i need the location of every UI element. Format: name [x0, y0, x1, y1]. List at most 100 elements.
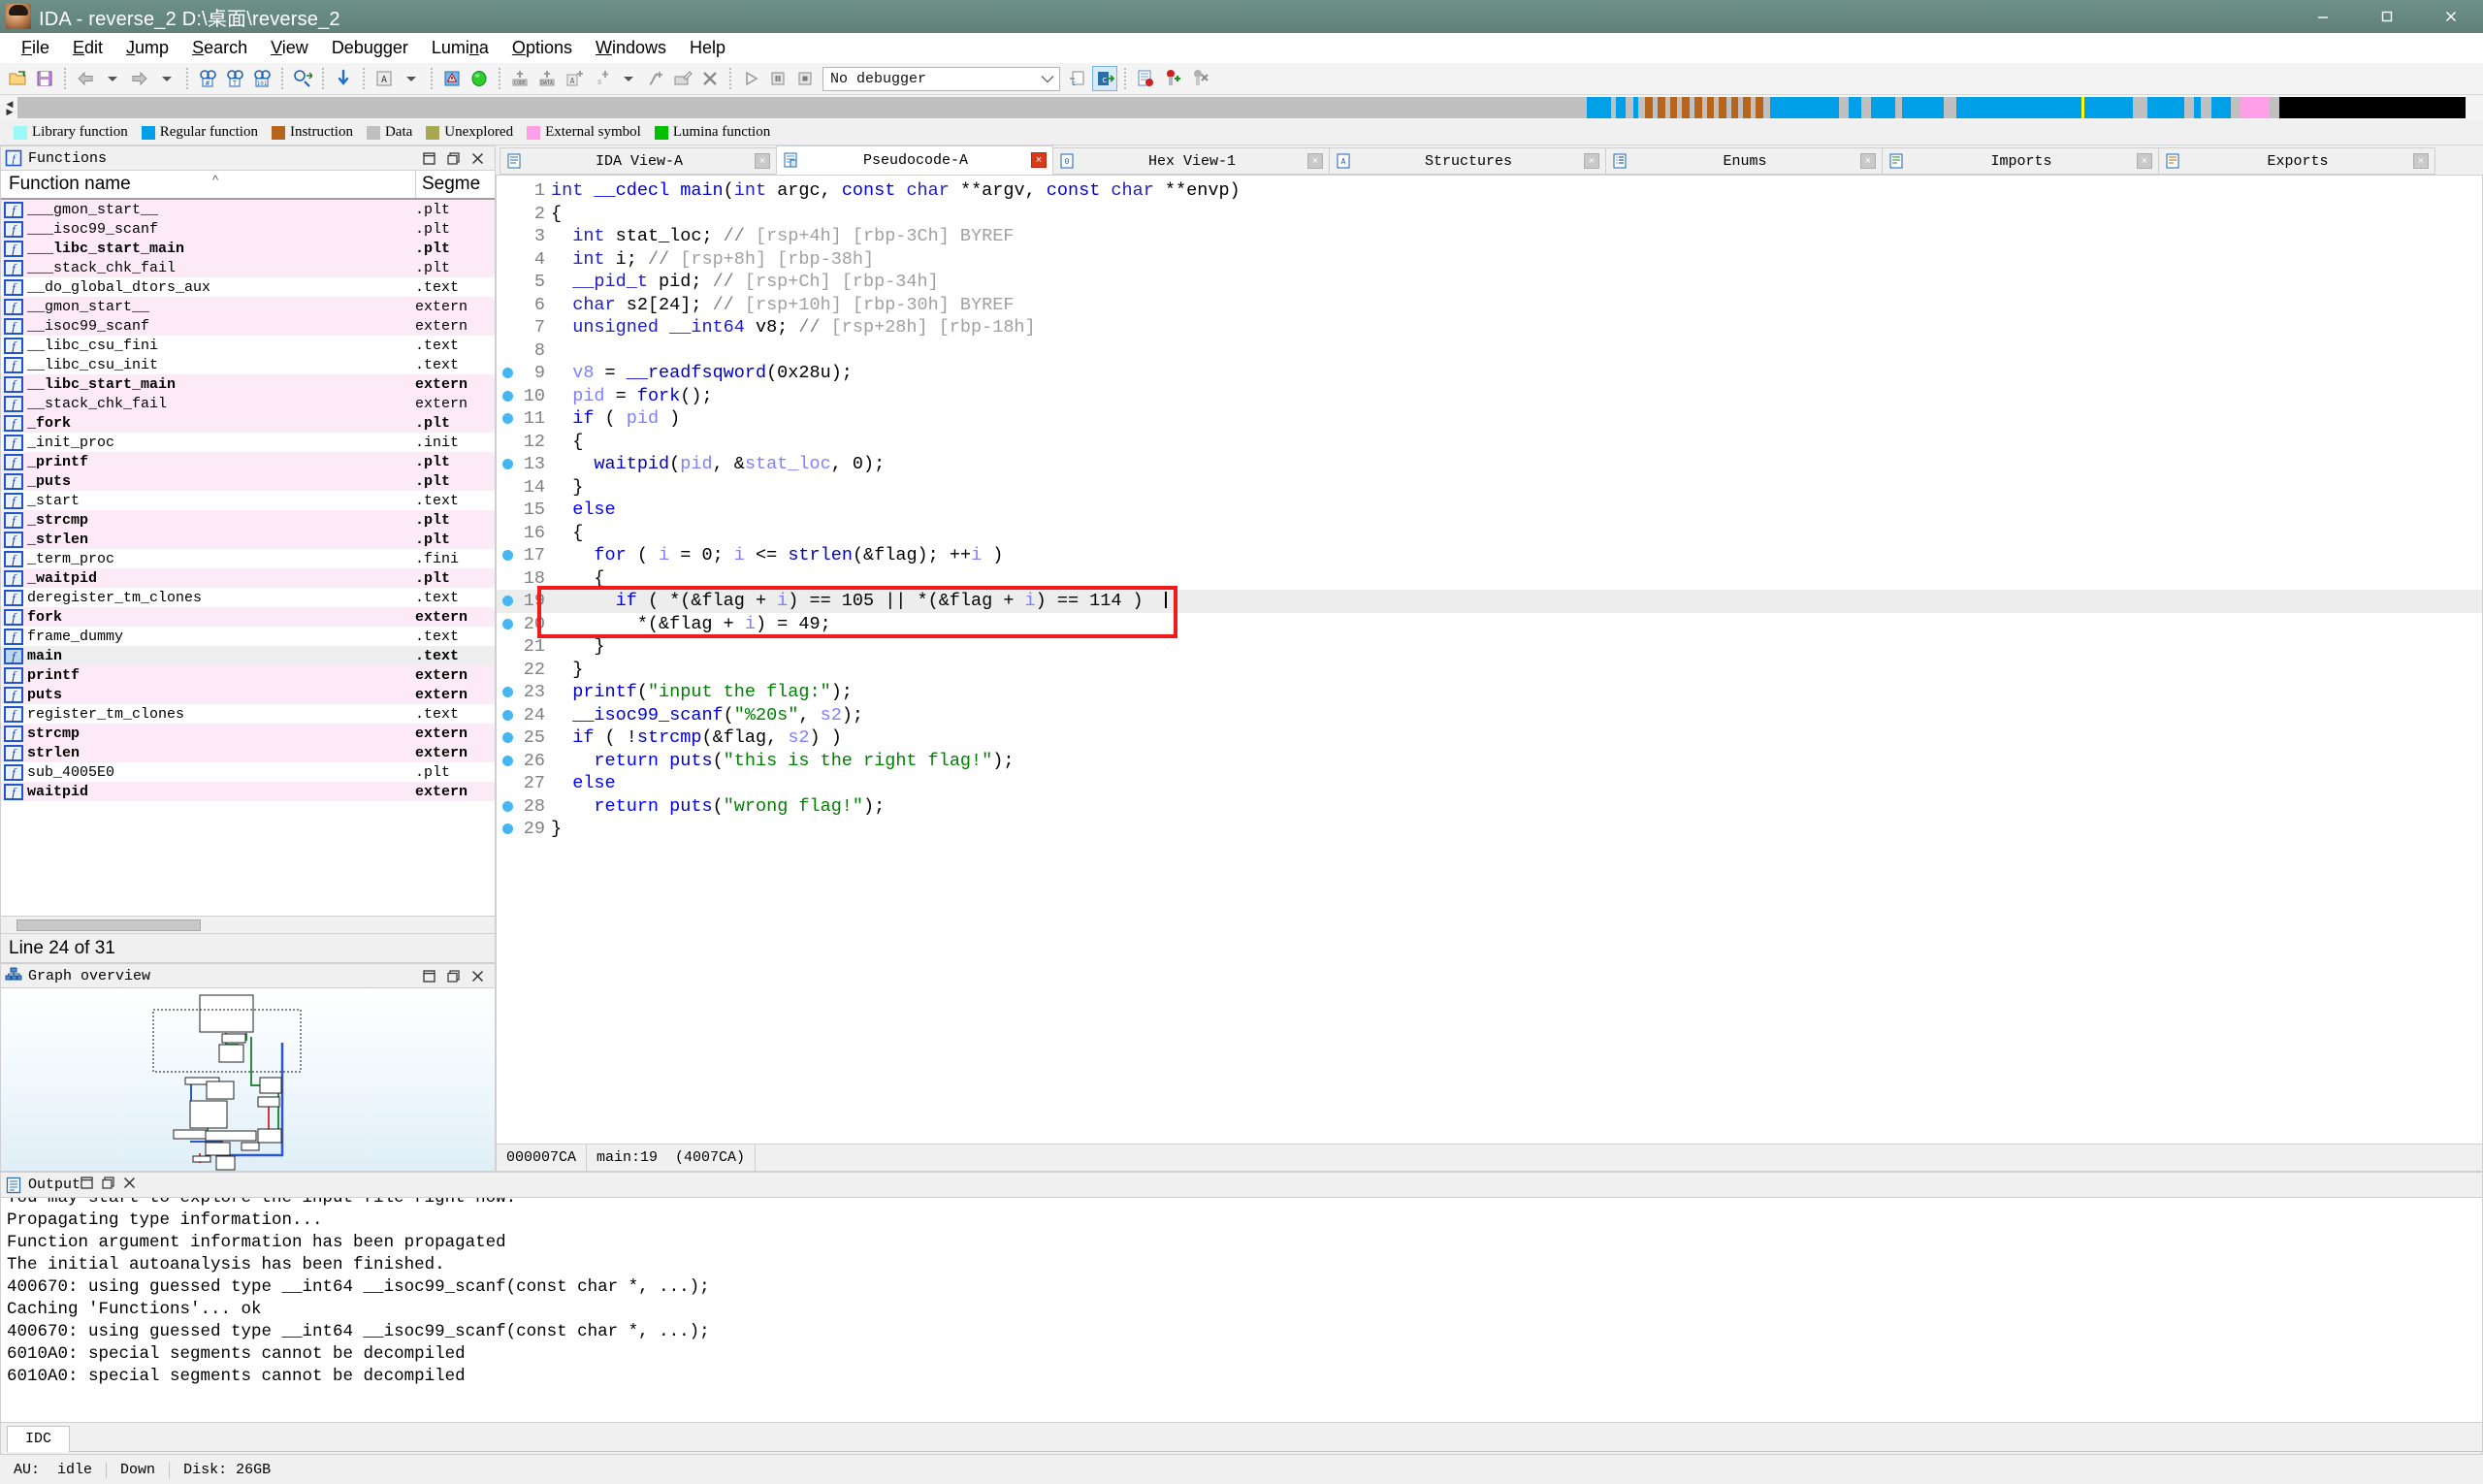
code-line[interactable]: 15 else [497, 499, 2482, 522]
run-icon[interactable] [738, 66, 763, 91]
code-line[interactable]: 26 return puts("this is the right flag!"… [497, 750, 2482, 773]
problems-icon[interactable] [439, 66, 465, 91]
make-struct-dropdown-icon[interactable] [616, 66, 641, 91]
nav-forward-icon[interactable] [127, 66, 152, 91]
pause-icon[interactable] [765, 66, 790, 91]
make-function-icon[interactable] [643, 66, 668, 91]
breakpoint-marker-icon[interactable] [497, 390, 518, 402]
search-next-icon[interactable] [290, 66, 315, 91]
table-row[interactable]: f __do_global_dtors_aux .text [1, 277, 495, 297]
code-line[interactable]: 9 v8 = __readfsqword(0x28u); [497, 362, 2482, 385]
menu-windows[interactable]: Windows [584, 36, 678, 60]
table-row[interactable]: f _strlen .plt [1, 530, 495, 549]
table-row[interactable]: f _waitpid .plt [1, 568, 495, 588]
minimize-button[interactable] [2291, 0, 2355, 33]
close-icon[interactable] [470, 151, 485, 166]
new-breakpoint-list-icon[interactable] [1133, 66, 1158, 91]
nav-forward-dropdown-icon[interactable] [154, 66, 179, 91]
restore-icon[interactable] [422, 151, 436, 166]
column-header-segment[interactable]: Segme [415, 171, 495, 198]
functions-list-horizontal-scrollbar[interactable] [0, 917, 496, 934]
table-row[interactable]: f ___libc_start_main .plt [1, 239, 495, 258]
close-icon[interactable] [123, 1177, 136, 1194]
debugger-select[interactable]: No debugger [822, 66, 1060, 91]
breakpoint-marker-icon[interactable] [497, 687, 518, 698]
code-line[interactable]: 12 { [497, 431, 2482, 454]
tab-close-icon[interactable]: × [1860, 153, 1876, 169]
breakpoint-marker-icon[interactable] [497, 413, 518, 425]
breakpoint-marker-icon[interactable] [497, 368, 518, 379]
menu-options[interactable]: Options [500, 36, 584, 60]
make-struct-icon[interactable]: s [589, 66, 614, 91]
table-row[interactable]: f printf extern [1, 665, 495, 685]
table-row[interactable]: f waitpid extern [1, 782, 495, 801]
output-log[interactable]: You may start to explore the input file … [0, 1198, 2483, 1423]
code-line[interactable]: 18 { [497, 567, 2482, 591]
table-row[interactable]: f __isoc99_scanf extern [1, 316, 495, 336]
undefine-icon[interactable] [697, 66, 723, 91]
tab-close-icon[interactable]: × [1307, 153, 1323, 169]
code-line[interactable]: 28 return puts("wrong flag!"); [497, 795, 2482, 819]
debugger-options-icon[interactable]: c [1065, 66, 1090, 91]
table-row[interactable]: f __libc_csu_fini .text [1, 336, 495, 355]
breakpoint-marker-icon[interactable] [497, 709, 518, 721]
tab-ida-view-a[interactable]: IDA View-A × [500, 147, 777, 175]
breakpoint-marker-icon[interactable] [497, 550, 518, 562]
menu-help[interactable]: Help [678, 36, 737, 60]
code-line[interactable]: 7 unsigned __int64 v8; // [rsp+28h] [rbp… [497, 316, 2482, 339]
code-line[interactable]: 25 if ( !strcmp(&flag, s2) ) [497, 726, 2482, 750]
pseudocode-editor[interactable]: 1 int __cdecl main(int argc, const char *… [497, 176, 2482, 1144]
code-line[interactable]: 8 [497, 339, 2482, 363]
functions-list[interactable]: Function name Segme ^ f ___gmon_start__ .p… [0, 171, 496, 917]
tab-close-icon[interactable]: × [755, 153, 770, 169]
code-line[interactable]: 23 printf("input the flag:"); [497, 681, 2482, 704]
code-line[interactable]: 16 { [497, 522, 2482, 545]
close-icon[interactable] [470, 969, 485, 984]
table-row[interactable]: f _puts .plt [1, 471, 495, 491]
breakpoint-marker-icon[interactable] [497, 755, 518, 766]
scrollbar-thumb[interactable] [16, 919, 201, 931]
delete-breakpoint-icon[interactable] [1187, 66, 1212, 91]
table-row[interactable]: f puts extern [1, 685, 495, 704]
menu-edit[interactable]: Edit [61, 36, 114, 60]
maximize-icon[interactable] [102, 1176, 114, 1194]
jump-down-icon[interactable] [331, 66, 356, 91]
table-row[interactable]: f _start .text [1, 491, 495, 510]
code-line[interactable]: 1 int __cdecl main(int argc, const char *… [497, 179, 2482, 203]
code-line[interactable]: 24 __isoc99_scanf("%20s", s2); [497, 704, 2482, 727]
table-row[interactable]: f strlen extern [1, 743, 495, 762]
column-header-function-name[interactable]: Function name [1, 171, 415, 198]
table-row[interactable]: f ___isoc99_scanf .plt [1, 219, 495, 239]
graph-overview-canvas[interactable] [0, 988, 496, 1172]
output-tab-idc[interactable]: IDC [7, 1425, 71, 1452]
tab-close-icon[interactable]: × [2413, 153, 2429, 169]
table-row[interactable]: f register_tm_clones .text [1, 704, 495, 724]
menu-search[interactable]: Search [180, 36, 259, 60]
table-row[interactable]: f _term_proc .fini [1, 549, 495, 568]
code-line[interactable]: 2{ [497, 203, 2482, 226]
table-row[interactable]: f fork extern [1, 607, 495, 627]
table-row[interactable]: f __libc_csu_init .text [1, 355, 495, 374]
table-row[interactable]: f sub_4005E0 .plt [1, 762, 495, 782]
table-row[interactable]: f _init_proc .init [1, 433, 495, 452]
nav-back-dropdown-icon[interactable] [100, 66, 125, 91]
code-line[interactable]: 6 char s2[24]; // [rsp+10h] [rbp-30h] BY… [497, 294, 2482, 317]
breakpoint-marker-icon[interactable] [497, 823, 518, 835]
stop-icon[interactable] [792, 66, 818, 91]
navband-scroll-arrows[interactable]: ◀ ▶ [2, 96, 17, 119]
make-string-icon[interactable]: A [562, 66, 587, 91]
tab-close-icon[interactable]: × [1031, 152, 1047, 168]
table-row[interactable]: f _strcmp .plt [1, 510, 495, 530]
make-data-icon[interactable]: DATA [534, 66, 560, 91]
open-file-icon[interactable] [5, 66, 30, 91]
maximize-icon[interactable] [446, 969, 461, 984]
maximize-button[interactable] [2355, 0, 2419, 33]
table-row[interactable]: f __libc_start_main extern [1, 374, 495, 394]
maximize-icon[interactable] [446, 151, 461, 166]
tab-pseudocode-a[interactable]: Pseudocode-A × [776, 145, 1053, 175]
ascii-dropdown-icon[interactable] [399, 66, 424, 91]
code-line[interactable]: 5 __pid_t pid; // [rsp+Ch] [rbp-34h] [497, 271, 2482, 294]
code-line[interactable]: 21 } [497, 635, 2482, 659]
add-breakpoint-icon[interactable] [1160, 66, 1185, 91]
code-line[interactable]: 20 *(&flag + i) = 49; [497, 613, 2482, 636]
